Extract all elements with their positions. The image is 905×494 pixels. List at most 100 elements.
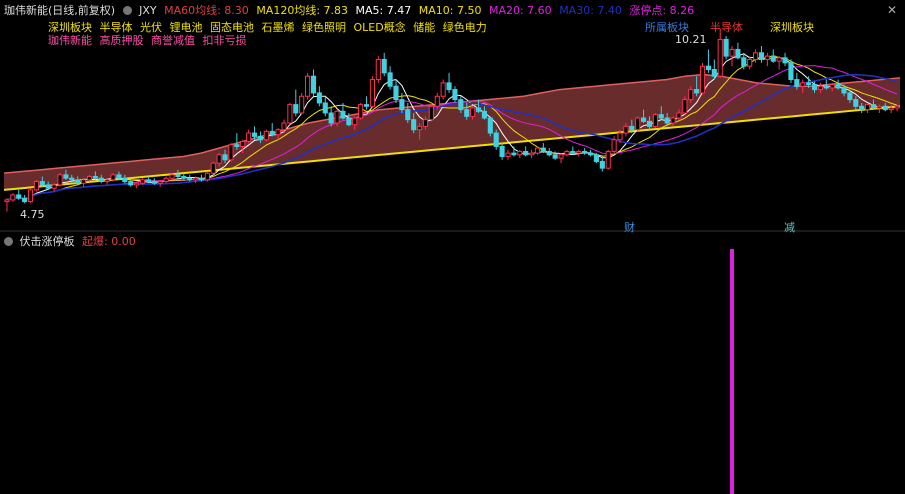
settings-icon[interactable] [122,6,132,15]
candle-body [481,110,487,119]
candle-body [63,174,69,179]
candle-body [281,122,287,131]
candle-body [369,79,375,107]
candle-body [187,177,193,181]
sub-panel-header: 伏击涨停板 起爆: 0.00 [4,233,136,249]
candle-body [564,150,570,156]
candle-body [328,112,334,124]
tag: 储能 [413,21,436,34]
event-mark-cai[interactable]: 财 [624,219,635,235]
indicator-name: JXY [139,4,157,17]
candle-body [859,105,865,111]
candle-body [86,176,93,181]
candle-body [493,132,499,147]
close-icon[interactable]: ✕ [887,3,897,17]
risk-tags: 珈伟新能 高质押股 商誉减值 扣非亏损 [48,32,251,48]
tag: 绿色照明 [302,21,346,34]
candle-body [163,177,169,183]
sub-settings-icon[interactable] [4,237,13,246]
candle-body [263,130,269,141]
candle-body [98,177,104,183]
candle-body [151,181,157,184]
event-mark-jian[interactable]: 减 [784,219,795,235]
stock-name: 珈伟新能(日线,前复权) [4,4,116,17]
sector-annotation-2: 半导体 [710,21,743,34]
candle-body [305,75,311,97]
candle-body [169,174,175,179]
candle-body [452,89,458,101]
candle-body [210,162,216,174]
candle-body [699,65,706,94]
candle-body [782,57,788,64]
candle-body [487,117,493,134]
sector-annotation-3: 深圳板块 [770,21,814,34]
candle-body [617,132,623,141]
ma-band-area [4,74,900,190]
candle-body [629,125,635,131]
candle-body [694,89,700,94]
candle-body [546,150,552,156]
candle-body [92,176,98,179]
tag: 扣非亏损 [202,34,247,47]
candle-body [888,107,894,111]
tag: 石墨烯 [261,21,295,34]
candle-body [523,150,529,156]
candle-body [646,120,653,127]
candle-body [511,152,517,156]
candle-body [393,85,399,101]
candle-body [711,69,717,77]
candle-body [405,109,411,121]
candle-body [764,55,770,60]
limit-signal-bar [730,249,734,494]
candle-body [658,114,664,119]
candle-body [334,110,340,124]
candle-body [33,181,39,191]
candle-body [39,181,45,186]
candle-body [770,55,776,62]
candle-body [122,177,128,183]
candle-body [16,194,22,199]
candle-body [316,92,322,104]
candle-body [876,105,882,109]
candle-body [222,154,228,161]
candle-body [352,117,358,126]
candle-body [411,119,417,131]
ma10-label: MA10: 7.50 [418,4,482,17]
candle-body [865,104,871,111]
candle-body [823,85,829,89]
candle-body [440,82,446,97]
candle-body [817,85,823,91]
candle-body [747,58,753,67]
ma5-label: MA5: 7.47 [355,4,412,17]
candle-body [51,184,57,189]
candle-body [387,72,393,87]
candle-body [558,154,564,159]
candle-body [4,199,10,203]
candle-body [399,99,405,111]
candle-body [293,104,299,114]
ma30-label: MA30: 7.40 [559,4,622,17]
candle-body [417,125,423,131]
candle-body [470,107,476,117]
candle-body [605,150,611,169]
candle-body [794,79,800,87]
ma120-label: MA120均线: 7.83 [256,4,349,17]
candle-body [741,57,747,67]
candle-body [534,147,541,154]
candle-body [599,160,605,169]
candle-body [688,89,694,101]
candle-body [735,48,741,59]
candle-body [841,87,847,94]
candle-body [310,75,317,94]
candle-body [240,140,246,147]
candle-body [128,181,134,186]
candle-body [204,172,210,181]
candle-body [576,150,582,154]
candle-body [275,129,281,136]
candle-body [806,82,812,86]
candle-body [75,179,81,184]
candle-body [788,62,794,81]
candle-body [381,58,387,74]
limit-point-label: 涨停点: 8.26 [629,4,695,17]
candle-body [776,57,782,62]
